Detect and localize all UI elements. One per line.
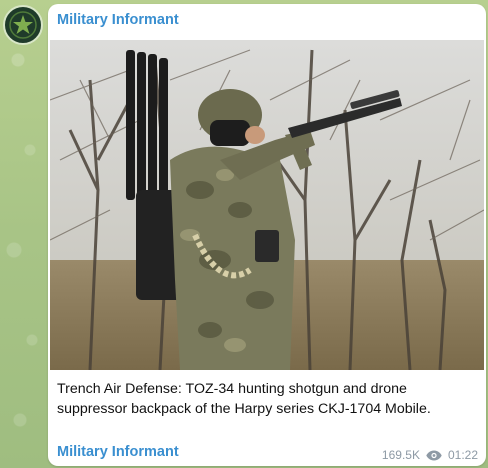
channel-name[interactable]: Military Informant [57,12,179,28]
post-time: 01:22 [447,448,478,462]
eye-icon [426,450,442,461]
post-photo[interactable] [50,40,484,370]
post-caption: Trench Air Defense: TOZ-34 hunting shotg… [57,381,431,417]
view-count: 169.5K [381,448,420,462]
post-author-link[interactable]: Military Informant [57,444,179,460]
post-meta: 169.5K 01:22 [382,448,478,462]
channel-avatar[interactable] [3,5,43,45]
military-informant-logo-icon [6,8,40,42]
message-bubble: Military Informant Trench Air Defense: T… [48,4,486,466]
